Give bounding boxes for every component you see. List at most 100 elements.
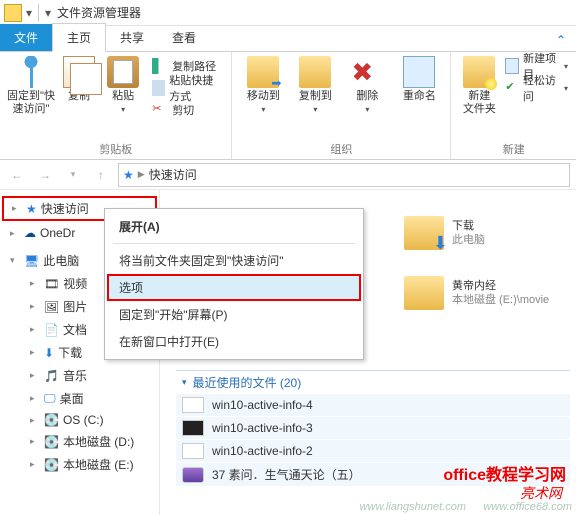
recent-files-header[interactable]: ▾ 最近使用的文件 (20) bbox=[176, 370, 570, 394]
sidebar-desktop[interactable]: ▸🖵桌面 bbox=[0, 387, 159, 410]
new-folder-label: 新建 文件夹 bbox=[463, 90, 496, 116]
disk-icon: 💽 bbox=[44, 435, 59, 449]
recent-header-label: 最近使用的文件 (20) bbox=[193, 374, 302, 391]
rename-button[interactable]: 重命名 bbox=[396, 56, 442, 103]
sidebar-music[interactable]: ▸🎵音乐 bbox=[0, 364, 159, 387]
ctx-options[interactable]: 选项 bbox=[107, 274, 361, 301]
sidebar-label: OneDr bbox=[40, 226, 75, 240]
file-item[interactable]: win10-active-info-2 bbox=[176, 440, 570, 463]
desktop-icon: 🖵 bbox=[44, 391, 56, 406]
group-new: 新建 文件夹 新建项目 ▾ ✔ 轻松访问 ▾ 新建 bbox=[451, 52, 576, 159]
file-item[interactable]: win10-active-info-3 bbox=[176, 417, 570, 440]
new-item-icon bbox=[505, 58, 519, 74]
cut-button[interactable]: ✂ 剪切 bbox=[152, 100, 223, 120]
file-name: win10-active-info-4 bbox=[212, 398, 313, 412]
file-name: win10-active-info-3 bbox=[212, 421, 313, 435]
file-item[interactable]: win10-active-info-4 bbox=[176, 394, 570, 417]
sidebar-disk-d[interactable]: ▸💽本地磁盘 (D:) bbox=[0, 430, 159, 453]
rename-icon bbox=[403, 56, 435, 88]
sidebar-label: 下载 bbox=[58, 344, 82, 361]
move-to-button[interactable]: ➡ 移动到 ▾ bbox=[240, 56, 286, 114]
move-icon: ➡ bbox=[247, 56, 279, 88]
sidebar-os-c[interactable]: ▸💽OS (C:) bbox=[0, 410, 159, 430]
sidebar-label: 快速访问 bbox=[41, 200, 89, 217]
watermark: www.office68.com bbox=[483, 501, 572, 513]
folder-icon bbox=[4, 4, 22, 22]
up-button[interactable]: ↑ bbox=[90, 164, 112, 186]
download-icon: ⬇ bbox=[44, 346, 54, 360]
collapse-ribbon[interactable]: ⌃ bbox=[546, 29, 576, 51]
delete-label: 删除 bbox=[356, 90, 378, 103]
new-folder-button[interactable]: 新建 文件夹 bbox=[459, 56, 499, 116]
disk-icon: 💽 bbox=[44, 458, 59, 472]
copyto-icon bbox=[299, 56, 331, 88]
shortcut-icon bbox=[152, 80, 165, 96]
qat-dropdown[interactable]: ▾ bbox=[24, 6, 34, 20]
sidebar-disk-e[interactable]: ▸💽本地磁盘 (E:) bbox=[0, 453, 159, 476]
separator bbox=[113, 243, 355, 244]
watermark: office教程学习网 bbox=[443, 461, 566, 485]
ctx-pin-current[interactable]: 将当前文件夹固定到"快速访问" bbox=[107, 247, 361, 274]
new-folder-icon bbox=[463, 56, 495, 88]
folder-row: ⬇ 下载 此电脑 bbox=[404, 216, 570, 250]
video-icon: 🎞 bbox=[44, 277, 59, 291]
folder-name: 黄帝内经 bbox=[452, 279, 549, 293]
recent-dropdown[interactable]: ▾ bbox=[62, 164, 84, 186]
ribbon: 固定到"快 速访问" 复制 粘贴 ▾ 复制路径 粘贴快捷方式 bbox=[0, 52, 576, 160]
sidebar-label: 本地磁盘 (D:) bbox=[63, 433, 134, 450]
copy-button[interactable]: 复制 bbox=[60, 56, 98, 103]
tab-file[interactable]: 文件 bbox=[0, 24, 52, 51]
ctx-open-new-window[interactable]: 在新窗口中打开(E) bbox=[107, 328, 361, 355]
paste-label: 粘贴 bbox=[112, 90, 134, 103]
file-icon bbox=[182, 467, 204, 483]
chevron-down-icon: ▾ bbox=[313, 105, 317, 114]
chevron-down-icon: ▾ bbox=[564, 62, 568, 71]
sidebar-label: 视频 bbox=[63, 275, 87, 292]
rename-label: 重命名 bbox=[403, 90, 436, 103]
tab-share[interactable]: 共享 bbox=[106, 24, 158, 51]
group-clipboard-label: 剪贴板 bbox=[8, 139, 223, 157]
file-icon bbox=[182, 420, 204, 436]
chevron-down-icon: ▾ bbox=[121, 105, 125, 114]
copy-to-button[interactable]: 复制到 ▾ bbox=[292, 56, 338, 114]
easy-access-label: 轻松访问 bbox=[523, 72, 560, 104]
pin-label: 固定到"快 速访问" bbox=[7, 90, 55, 116]
tab-home[interactable]: 主页 bbox=[52, 23, 106, 52]
delete-icon: ✖ bbox=[351, 56, 383, 88]
address-bar[interactable]: ★ ▶ 快速访问 bbox=[118, 163, 570, 187]
delete-button[interactable]: ✖ 删除 ▾ bbox=[344, 56, 390, 114]
file-name: 37 素问．生气通天论（五） bbox=[212, 466, 361, 483]
qat-dropdown-2[interactable]: ▾ bbox=[43, 6, 53, 20]
sidebar-label: 图片 bbox=[63, 298, 87, 315]
pin-to-quick-access-button[interactable]: 固定到"快 速访问" bbox=[8, 56, 54, 116]
folder-item[interactable]: ⬇ 下载 此电脑 bbox=[404, 216, 485, 250]
folder-icon: ⬇ bbox=[404, 216, 444, 250]
sidebar-label: 本地磁盘 (E:) bbox=[63, 456, 134, 473]
separator bbox=[38, 4, 39, 22]
easy-access-button[interactable]: ✔ 轻松访问 ▾ bbox=[505, 78, 568, 98]
folder-sub: 此电脑 bbox=[452, 233, 485, 247]
paste-button[interactable]: 粘贴 ▾ bbox=[104, 56, 142, 114]
pin-icon: ★ bbox=[26, 202, 37, 216]
group-clipboard: 固定到"快 速访问" 复制 粘贴 ▾ 复制路径 粘贴快捷方式 bbox=[0, 52, 232, 159]
copy-icon bbox=[63, 56, 95, 88]
ctx-pin-start[interactable]: 固定到"开始"屏幕(P) bbox=[107, 301, 361, 328]
easy-access-icon: ✔ bbox=[505, 80, 518, 96]
back-button[interactable]: ← bbox=[6, 164, 28, 186]
disk-icon: 💽 bbox=[44, 413, 59, 427]
cloud-icon: ☁ bbox=[24, 226, 36, 240]
chevron-right-icon: ▸ bbox=[12, 203, 22, 214]
forward-button[interactable]: → bbox=[34, 164, 56, 186]
tab-view[interactable]: 查看 bbox=[158, 24, 210, 51]
group-new-label: 新建 bbox=[459, 139, 568, 157]
monitor-icon: 🖥 bbox=[24, 254, 39, 268]
folder-sub: 本地磁盘 (E:)\movie bbox=[452, 293, 549, 307]
document-icon: 📄 bbox=[44, 323, 59, 337]
paste-shortcut-button[interactable]: 粘贴快捷方式 bbox=[152, 78, 223, 98]
pin-icon bbox=[15, 56, 47, 88]
music-icon: 🎵 bbox=[44, 369, 59, 383]
ctx-expand[interactable]: 展开(A) bbox=[107, 213, 361, 240]
context-menu: 展开(A) 将当前文件夹固定到"快速访问" 选项 固定到"开始"屏幕(P) 在新… bbox=[104, 208, 364, 360]
folder-item[interactable]: 黄帝内经 本地磁盘 (E:)\movie bbox=[404, 276, 549, 310]
window-title: 文件资源管理器 bbox=[57, 4, 141, 21]
